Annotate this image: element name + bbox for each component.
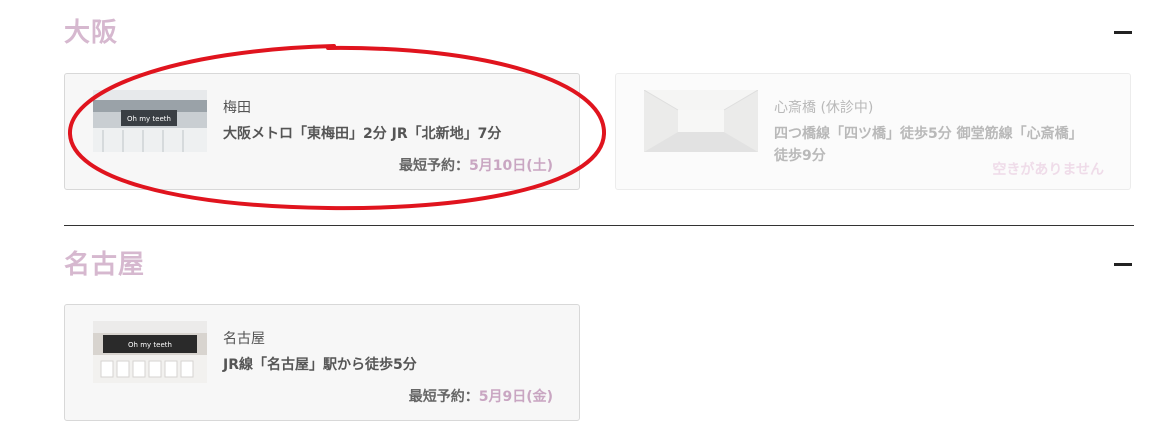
availability-status: 空きがありません: [992, 162, 1104, 178]
clinic-name: 名古屋: [223, 331, 265, 347]
clinic-card-umeda[interactable]: Oh my teeth 梅田 大阪メトロ「東梅田」2分 JR「北新地」7分 最短…: [64, 73, 580, 190]
earliest-reservation: 最短予約：5月9日(金): [409, 386, 553, 406]
clinic-name: 心斎橋 (休診中): [774, 100, 874, 116]
reserve-label: 最短予約：: [398, 158, 469, 174]
clinic-photo-umeda: Oh my teeth: [93, 90, 207, 152]
clinic-name: 梅田: [223, 100, 251, 116]
clinic-card-shinsaibashi[interactable]: 心斎橋 (休診中) 四つ橋線「四ツ橋」徒歩5分 御堂筋線「心斎橋」徒歩9分 空き…: [615, 73, 1131, 190]
svg-text:Oh my teeth: Oh my teeth: [128, 341, 172, 349]
clinic-access: 大阪メトロ「東梅田」2分 JR「北新地」7分: [223, 126, 502, 142]
reserve-date: 5月9日(金): [478, 389, 553, 405]
reserve-label: 最短予約：: [408, 389, 479, 405]
collapse-osaka-button[interactable]: [1114, 31, 1132, 34]
collapse-nagoya-button[interactable]: [1114, 263, 1132, 266]
region-title-osaka: 大阪: [64, 18, 119, 48]
clinic-list-page: 大阪 Oh my teeth 梅田 大阪メトロ「東梅田」2分 JR「北新地」7分…: [0, 0, 1156, 435]
clinic-card-nagoya[interactable]: Oh my teeth 名古屋 JR線「名古屋」駅から徒歩5分 最短予約：5月9…: [64, 304, 580, 421]
clinic-photo-nagoya: Oh my teeth: [93, 321, 207, 383]
reserve-date: 5月10日(土): [468, 158, 553, 174]
svg-text:Oh my teeth: Oh my teeth: [127, 115, 171, 123]
clinic-access: JR線「名古屋」駅から徒歩5分: [223, 357, 417, 373]
region-title-nagoya: 名古屋: [64, 250, 146, 280]
section-divider: [64, 225, 1134, 226]
earliest-reservation: 最短予約：5月10日(土): [399, 155, 553, 175]
clinic-photo-shinsaibashi: [644, 90, 758, 152]
